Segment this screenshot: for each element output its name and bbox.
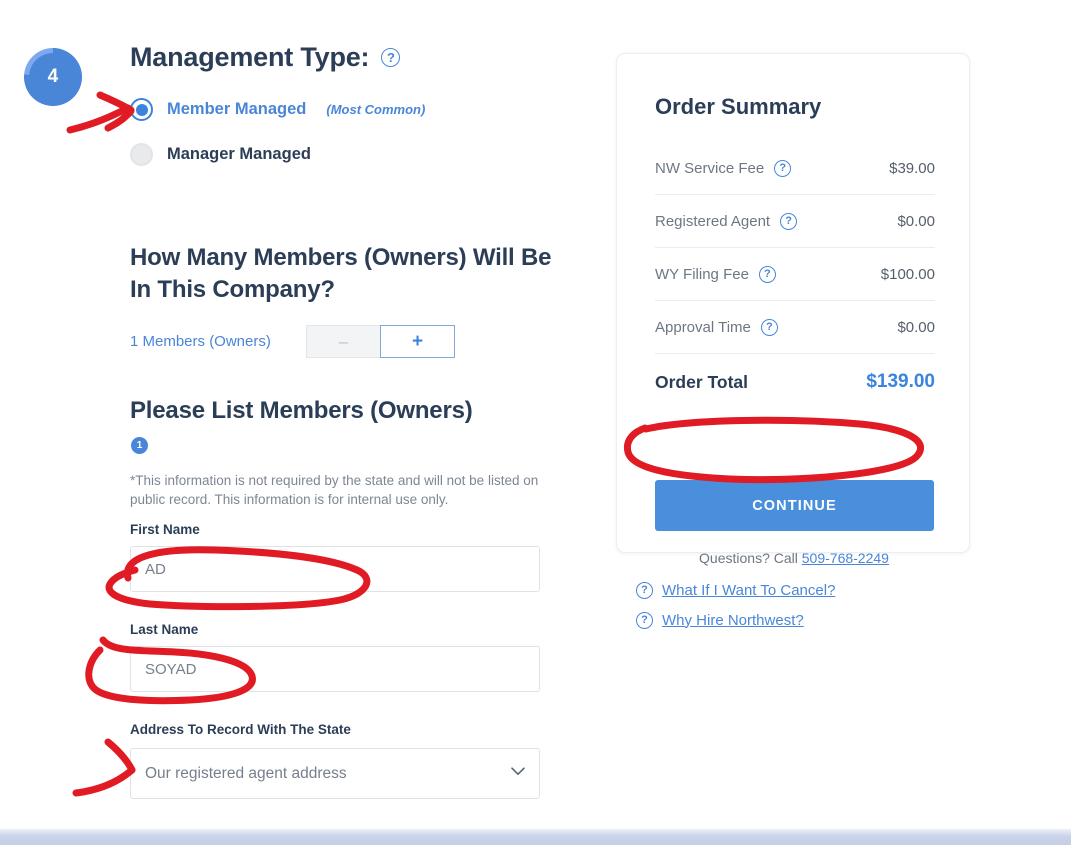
help-links-group: ? What If I Want To Cancel? ? Why Hire N… <box>636 575 835 635</box>
radio-button-selected-icon[interactable] <box>130 98 153 121</box>
order-total-row: Order Total $139.00 <box>655 354 935 410</box>
help-circle-icon[interactable]: ? <box>381 48 400 67</box>
radio-option-member-managed[interactable]: Member Managed (Most Common) <box>130 98 425 121</box>
address-select[interactable]: Our registered agent address <box>130 748 540 799</box>
phone-link[interactable]: 509-768-2249 <box>802 550 889 566</box>
members-list-heading: Please List Members (Owners) <box>130 395 560 427</box>
order-row-value: $0.00 <box>897 213 935 230</box>
order-row-label: Approval Time <box>655 319 751 336</box>
radio-button-unselected-icon[interactable] <box>130 143 153 166</box>
help-link-why-northwest[interactable]: ? Why Hire Northwest? <box>636 605 835 635</box>
order-summary-card: Order Summary NW Service Fee ? $39.00 Re… <box>616 53 970 553</box>
help-circle-icon: ? <box>636 612 653 629</box>
decrement-members-button[interactable]: – <box>306 325 381 358</box>
order-row-value: $39.00 <box>889 160 935 177</box>
order-summary-title: Order Summary <box>655 94 821 120</box>
form-left-column: 4 Management Type: ? Member Managed (Mos… <box>0 0 600 845</box>
questions-prefix: Questions? Call <box>699 550 802 566</box>
first-name-input[interactable] <box>130 546 540 592</box>
step-number-label: 4 <box>48 66 59 88</box>
order-row-nw-service-fee: NW Service Fee ? $39.00 <box>655 142 935 195</box>
order-row-wy-filing-fee: WY Filing Fee ? $100.00 <box>655 248 935 301</box>
order-row-approval-time: Approval Time ? $0.00 <box>655 301 935 354</box>
help-circle-icon: ? <box>636 582 653 599</box>
page-title: Management Type: ? <box>130 42 400 73</box>
most-common-tag: (Most Common) <box>326 102 425 117</box>
continue-button[interactable]: CONTINUE <box>655 480 934 531</box>
increment-members-button[interactable]: + <box>380 325 455 358</box>
help-link-label[interactable]: What If I Want To Cancel? <box>662 582 835 599</box>
order-row-value: $100.00 <box>881 266 935 283</box>
radio-option-manager-managed[interactable]: Manager Managed <box>130 143 311 166</box>
order-row-label: WY Filing Fee <box>655 266 749 283</box>
address-label: Address To Record With The State <box>130 722 351 737</box>
member-count-stepper-row: 1 Members (Owners) – + <box>130 325 455 358</box>
order-row-label: NW Service Fee <box>655 160 764 177</box>
help-link-label[interactable]: Why Hire Northwest? <box>662 612 804 629</box>
order-summary-rows: NW Service Fee ? $39.00 Registered Agent… <box>655 142 935 410</box>
help-circle-icon[interactable]: ? <box>774 160 791 177</box>
member-count-label: 1 Members (Owners) <box>130 333 306 350</box>
management-type-heading-text: Management Type: <box>130 42 369 73</box>
help-circle-icon[interactable]: ? <box>761 319 778 336</box>
help-circle-icon[interactable]: ? <box>759 266 776 283</box>
order-row-value: $0.00 <box>897 319 935 336</box>
signup-form-page: 4 Management Type: ? Member Managed (Mos… <box>0 0 1071 845</box>
bottom-scroll-bar[interactable] <box>0 829 1071 845</box>
order-row-registered-agent: Registered Agent ? $0.00 <box>655 195 935 248</box>
help-circle-icon[interactable]: ? <box>780 213 797 230</box>
radio-label-manager-managed: Manager Managed <box>167 145 311 164</box>
order-total-label: Order Total <box>655 372 748 393</box>
last-name-label: Last Name <box>130 622 198 637</box>
order-total-value: $139.00 <box>866 371 935 393</box>
privacy-disclaimer-text: *This information is not required by the… <box>130 471 550 509</box>
questions-call-text: Questions? Call 509-768-2249 <box>617 550 971 566</box>
help-link-cancel[interactable]: ? What If I Want To Cancel? <box>636 575 835 605</box>
first-name-label: First Name <box>130 522 200 537</box>
quantity-stepper: – + <box>306 325 455 358</box>
members-count-heading: How Many Members (Owners) Will Be In Thi… <box>130 242 560 306</box>
member-index-badge: 1 <box>131 437 148 454</box>
step-number-badge: 4 <box>24 48 82 106</box>
radio-label-member-managed: Member Managed <box>167 100 306 119</box>
last-name-input[interactable] <box>130 646 540 692</box>
order-row-label: Registered Agent <box>655 213 770 230</box>
address-select-wrapper: Our registered agent address <box>130 748 540 799</box>
